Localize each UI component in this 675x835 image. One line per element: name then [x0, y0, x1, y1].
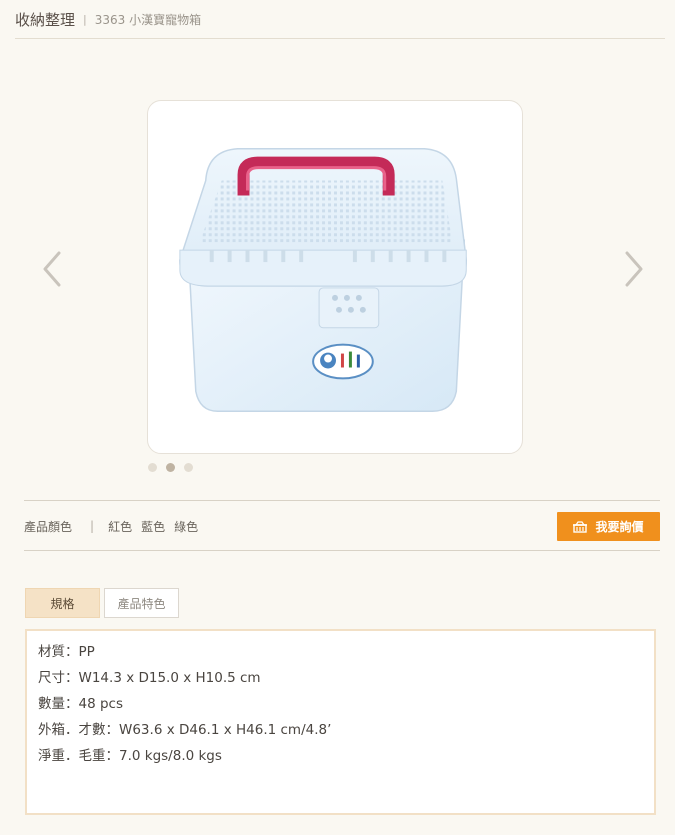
- divider: [24, 500, 660, 501]
- carousel-prev-button[interactable]: [32, 244, 72, 294]
- inquiry-button[interactable]: 我要詢價: [557, 512, 660, 541]
- carousel-dot[interactable]: [184, 463, 193, 472]
- breadcrumb-separator: |: [83, 12, 87, 26]
- breadcrumb: 收納整理 | 3363 小漢寶寵物箱: [0, 0, 675, 38]
- breadcrumb-product: 3363 小漢寶寵物箱: [94, 12, 202, 27]
- color-label: 產品顏色: [24, 519, 73, 534]
- spec-weight: 淨重．毛重：7.0 kgs/8.0 kgs: [38, 748, 222, 764]
- divider: [24, 550, 660, 551]
- color-options: 產品顏色 | 紅色 藍色 綠色: [24, 512, 207, 540]
- carousel-dot[interactable]: [148, 463, 157, 472]
- chevron-left-icon: [43, 251, 61, 287]
- spec-panel: 材質：PP 尺寸：W14.3 x D15.0 x H10.5 cm 數量：48 …: [25, 629, 656, 815]
- tab-specifications[interactable]: 規格: [25, 588, 100, 618]
- spec-material: 材質：PP: [38, 644, 95, 660]
- spec-dimensions: 尺寸：W14.3 x D15.0 x H10.5 cm: [38, 670, 261, 686]
- header-divider: [15, 38, 665, 39]
- carousel-pagination: [148, 463, 193, 472]
- tab-product-features[interactable]: 產品特色: [104, 588, 179, 618]
- basket-icon: [573, 520, 588, 533]
- color-option-blue[interactable]: 藍色: [141, 518, 165, 535]
- color-option-green[interactable]: 綠色: [174, 518, 198, 535]
- product-image: [147, 100, 523, 454]
- carousel-next-button[interactable]: [614, 244, 654, 294]
- color-separator: |: [90, 519, 95, 533]
- spec-carton: 外箱．才數：W63.6 x D46.1 x H46.1 cm/4.8’: [38, 722, 332, 738]
- breadcrumb-category[interactable]: 收納整理: [15, 9, 75, 30]
- carousel-dot-active[interactable]: [166, 463, 175, 472]
- color-option-red[interactable]: 紅色: [108, 518, 132, 535]
- pet-carrier-box-image: [179, 147, 468, 412]
- inquiry-label: 我要詢價: [595, 520, 644, 534]
- spec-quantity: 數量：48 pcs: [38, 696, 123, 712]
- chevron-right-icon: [625, 251, 643, 287]
